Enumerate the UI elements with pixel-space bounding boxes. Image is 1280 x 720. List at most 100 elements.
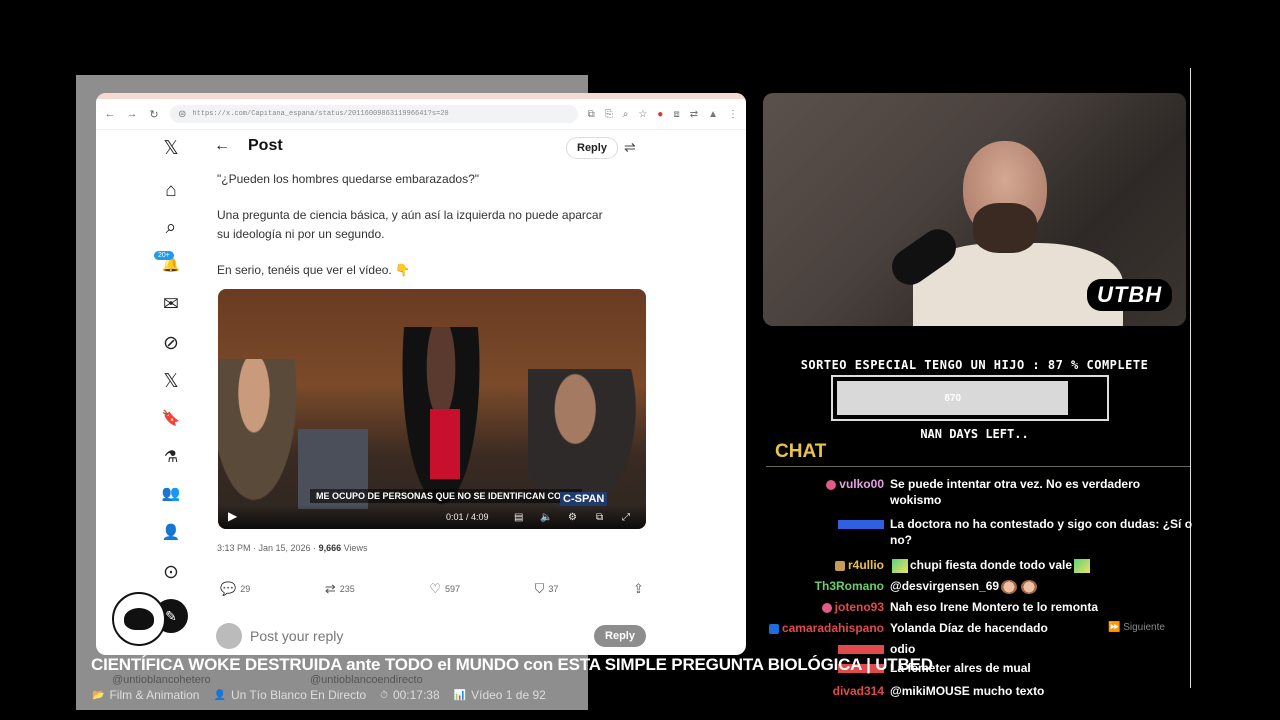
goal-progress-value: 870 (944, 392, 962, 404)
ublock-icon[interactable]: ● (657, 109, 663, 120)
chart-icon: 📊 (453, 689, 467, 701)
avatar (216, 623, 242, 649)
reply-button[interactable]: Reply (566, 137, 618, 159)
chat-message: Th3Romano @desvirgensen_69 (766, 578, 1194, 594)
chat-badge-icon (834, 560, 845, 571)
video-time: 0:01 / 4:09 (446, 512, 489, 522)
chat-username[interactable]: joteno93 (766, 599, 890, 615)
chat-username[interactable]: Th3Romano (766, 578, 890, 594)
bookmark-count: 37 (548, 584, 559, 594)
post-meta: 3:13 PM · Jan 15, 2026 · 9,666 Views (217, 543, 367, 553)
bookmarks-icon[interactable]: 🔖 (152, 409, 190, 427)
forward-arrow-icon[interactable]: → (126, 108, 138, 120)
playlist-position: Vídeo 1 de 92 (471, 688, 546, 702)
chat-username-text[interactable]: Th3Romano (815, 579, 884, 593)
bookmark-action[interactable]: ⛉ 37 (535, 581, 559, 597)
extension-icon[interactable]: ⇄ (690, 109, 698, 120)
bookmark-icon: ⛉ (534, 581, 545, 596)
profile-icon[interactable]: 👤 (152, 523, 190, 541)
reply-count: 29 (240, 584, 251, 594)
chat-text: La doctora no ha contestado y sigo con d… (890, 516, 1194, 548)
user-icon: 👤 (213, 689, 226, 701)
share-action[interactable]: ⇪ (633, 581, 644, 597)
goal-progress-fill: 870 (837, 381, 1069, 415)
repost-icon: ⇄ (324, 581, 336, 596)
captions-icon[interactable]: ▤ (514, 512, 523, 523)
extension-icon[interactable]: ▲ (708, 109, 718, 120)
chat-username[interactable]: r4ullio (766, 557, 890, 573)
next-button[interactable]: ⏩ Siguiente (1108, 622, 1165, 633)
more-icon[interactable]: ⊙ (152, 561, 190, 584)
chat-text: @mikiMOUSE mucho texto (890, 683, 1194, 699)
goal-label: SORTEO ESPECIAL TENGO UN HIJO : 87 % COM… (800, 358, 1149, 372)
notification-badge: 20+ (154, 251, 174, 260)
channel-avatar-mask (124, 608, 154, 630)
chat-username-text[interactable]: r4ullio (848, 558, 884, 572)
chat-username[interactable]: camaradahispano (766, 620, 890, 636)
chat-text: @desvirgensen_69 (890, 578, 1194, 594)
reload-icon[interactable]: ↻ (148, 108, 160, 121)
chat-username-text[interactable]: divad314 (833, 684, 884, 698)
jobs-icon[interactable]: ⚗ (152, 447, 190, 467)
extension-icon[interactable]: ⎘ (605, 109, 613, 120)
chat-text: Nah eso Irene Montero te lo remonta (890, 599, 1194, 615)
chat-username-text[interactable]: vulko00 (839, 477, 884, 491)
back-arrow-icon[interactable]: ← (214, 137, 230, 155)
chat-username[interactable]: vulko00 (766, 476, 890, 508)
chat-username-text[interactable]: camaradahispano (782, 621, 884, 635)
play-icon[interactable]: ▶ (228, 509, 237, 523)
reply-submit-button[interactable]: Reply (594, 625, 646, 647)
browser-window: ← → ↻ ⊜ https://x.com/Capitana_espana/st… (96, 93, 746, 655)
post-timestamp[interactable]: 3:13 PM · Jan 15, 2026 · (217, 543, 319, 553)
category-label: Film & Animation (109, 688, 200, 702)
channel-info: 👤 Un Tío Blanco En Directo (213, 688, 366, 702)
video-frame-shirt (430, 409, 460, 479)
tweet-body-line: su ideología ni por un segundo. (217, 227, 385, 241)
sliders-icon[interactable]: ⇌ (624, 139, 636, 156)
views-count: 9,666 (318, 543, 342, 553)
communities-icon[interactable]: 👥 (152, 484, 190, 502)
chat-text: odio (890, 641, 1194, 657)
chat-username[interactable]: divad314 (766, 683, 890, 699)
cspan-logo: C-SPAN (560, 492, 608, 506)
volume-icon[interactable]: 🔈 (540, 512, 552, 523)
reply-action[interactable]: 💬 29 (220, 581, 250, 597)
video-caption: ME OCUPO DE PERSONAS QUE NO SE IDENTIFIC… (310, 489, 582, 503)
back-arrow-icon[interactable]: ← (104, 108, 116, 120)
chat-message: divad314 @mikiMOUSE mucho texto (766, 683, 1194, 699)
grok-icon[interactable]: ⊘ (152, 332, 190, 355)
chat-text-line: chupi fiesta donde todo vale (910, 558, 1073, 572)
chat-emote-icon (1021, 579, 1038, 594)
like-action[interactable]: ♡ 597 (429, 581, 460, 597)
address-bar[interactable]: ⊜ https://x.com/Capitana_espana/status/2… (170, 105, 578, 123)
extensions-puzzle-icon[interactable]: ⧈ (673, 109, 679, 120)
messages-icon[interactable]: ✉ (152, 293, 190, 316)
page-title: Post (248, 137, 283, 154)
settings-icon[interactable]: ⚙ (568, 512, 577, 523)
video-player[interactable]: ME OCUPO DE PERSONAS QUE NO SE IDENTIFIC… (218, 289, 646, 529)
chat-text-line: odio (890, 642, 916, 656)
pip-icon[interactable]: ⧉ (596, 512, 603, 523)
extension-icon[interactable]: ⧉ (588, 109, 595, 120)
x-premium-icon[interactable]: 𝕏 (152, 370, 190, 393)
chat-message: r4ullio chupi fiesta donde todo vale (766, 557, 1194, 573)
repost-count: 235 (339, 584, 355, 594)
chat-username[interactable] (766, 516, 890, 548)
browser-menu-icon[interactable]: ⋮ (728, 109, 738, 120)
tweet-quote: "¿Pueden los hombres quedarse embarazado… (217, 172, 480, 186)
chat-badge-icon (826, 479, 837, 490)
webcam-streamer-beard (973, 203, 1037, 253)
chat-username-text[interactable]: joteno93 (835, 600, 884, 614)
home-icon[interactable]: ⌂ (152, 180, 190, 202)
zoom-icon[interactable]: ⌕ (623, 109, 629, 120)
x-logo-icon[interactable]: 𝕏 (152, 137, 190, 160)
url-text[interactable]: https://x.com/Capitana_espana/status/201… (192, 110, 448, 118)
repost-action[interactable]: ⇄ 235 (325, 581, 355, 597)
bookmark-star-icon[interactable]: ☆ (638, 109, 647, 120)
search-icon[interactable]: ⌕ (152, 217, 190, 239)
views-label: Views (341, 543, 368, 553)
fullscreen-icon[interactable]: ⤢ (622, 512, 630, 523)
like-count: 597 (445, 584, 461, 594)
site-info-icon[interactable]: ⊜ (178, 109, 186, 120)
reply-input[interactable]: Post your reply (250, 628, 586, 644)
